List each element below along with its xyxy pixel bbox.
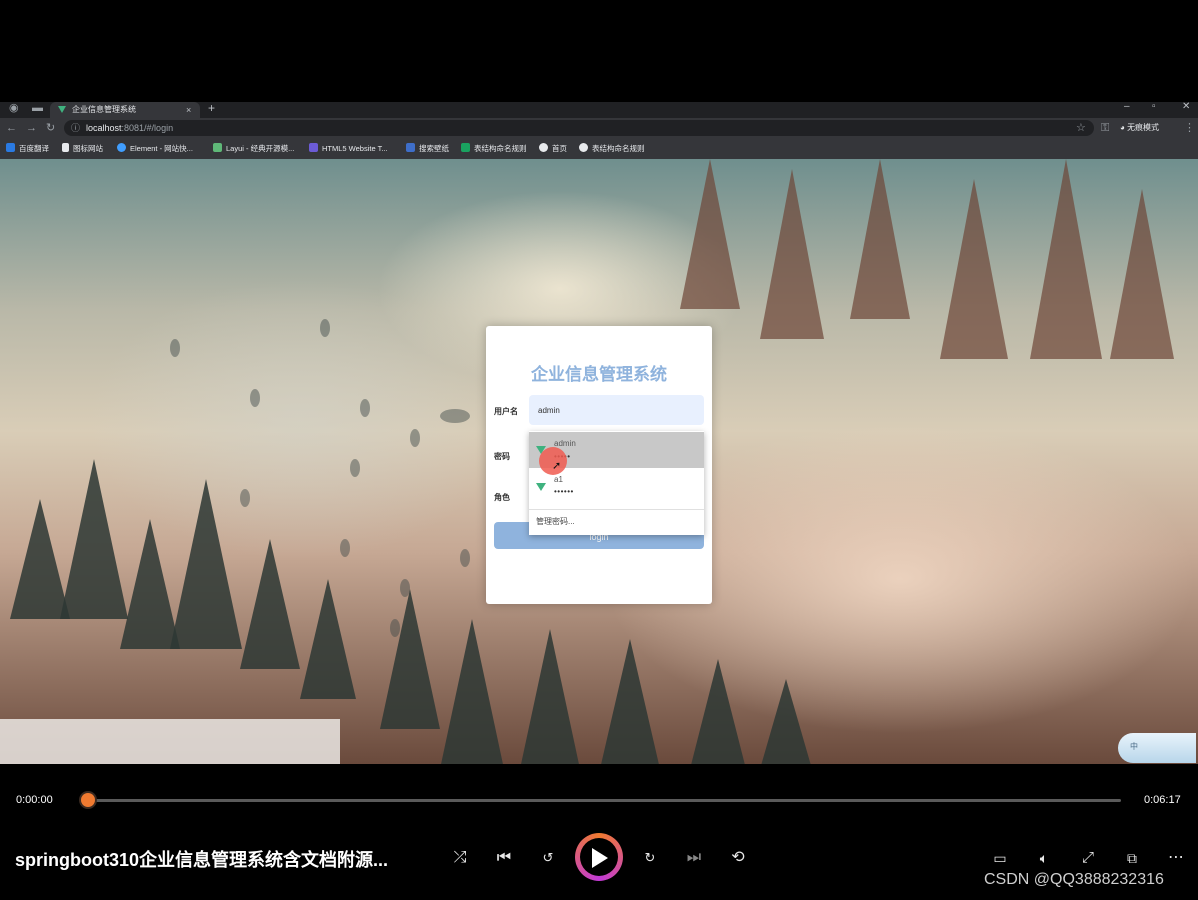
autofill-password: •••••• [554, 487, 574, 496]
incognito-icon: ◕ [1120, 123, 1128, 132]
rewind-10-icon[interactable]: ↺ [535, 846, 561, 870]
more-icon[interactable]: ⋯ [1163, 846, 1189, 870]
role-label: 角色 [494, 493, 510, 502]
mouse-cursor-icon: ➚ [552, 460, 562, 472]
previous-icon[interactable]: ⏮ [491, 846, 517, 870]
info-icon[interactable]: ⓘ [71, 120, 80, 136]
repeat-icon[interactable]: ⟲ [725, 846, 751, 870]
minimize-icon[interactable]: – [1124, 100, 1130, 114]
ime-label: 中 [1130, 742, 1138, 751]
bookmark-item[interactable]: 百度翻译 [6, 141, 49, 157]
watermark: CSDN @QQ3888232316 [984, 871, 1164, 888]
next-icon[interactable]: ⏭ [681, 846, 707, 870]
autofill-username: admin [554, 439, 576, 448]
video-title: springboot310企业信息管理系统含文档附源... [15, 850, 389, 870]
bookmark-item[interactable]: Layui - 经典开源模... [213, 141, 294, 157]
vue-favicon-icon [58, 106, 66, 113]
forward-30-icon[interactable]: ↻ [637, 846, 663, 870]
username-input[interactable] [529, 395, 704, 425]
login-title: 企业信息管理系统 [531, 365, 667, 384]
vue-logo-icon [536, 483, 546, 491]
bookmark-item[interactable]: Element - 网站快... [117, 141, 193, 157]
key-icon[interactable]: ⚿ [1101, 120, 1109, 136]
address-bar[interactable]: localhost:8081/#/login [64, 120, 1094, 136]
bookmark-item[interactable]: 表结构命名规则 [579, 141, 645, 157]
bookmark-item[interactable]: 搜索壁纸 [406, 141, 449, 157]
incognito-indicator[interactable]: ◕ 无痕模式 [1120, 120, 1159, 136]
divider [529, 509, 704, 510]
current-time: 0:00:00 [16, 794, 53, 806]
autofill-username: a1 [554, 475, 563, 484]
fullscreen-icon[interactable]: ⤢ [1075, 846, 1101, 870]
bookmark-star-icon[interactable]: ☆ [1076, 120, 1086, 136]
url-host: localhost [86, 123, 122, 133]
password-label: 密码 [494, 452, 510, 461]
progress-bar[interactable] [88, 799, 1121, 802]
tab-title: 企业信息管理系统 [72, 105, 136, 114]
bookmark-item[interactable]: 首页 [539, 141, 567, 157]
bookmark-item[interactable]: HTML5 Website T... [309, 141, 388, 157]
total-time: 0:06:17 [1144, 794, 1181, 806]
reload-icon[interactable]: ↻ [46, 120, 55, 136]
manage-passwords-link[interactable]: 管理密码... [536, 516, 575, 527]
tab-close-icon[interactable]: × [186, 102, 191, 118]
ime-widget[interactable]: 中 [1118, 733, 1196, 763]
back-icon[interactable]: ← [6, 120, 17, 136]
play-icon [592, 848, 608, 868]
browser-more-icon[interactable]: ⋮ [1184, 120, 1195, 136]
browser-menu-icon[interactable]: ◉ [9, 100, 19, 116]
tab-active[interactable]: 企业信息管理系统 [50, 102, 200, 118]
close-window-icon[interactable]: ✕ [1182, 100, 1190, 114]
maximize-icon[interactable]: ▫ [1152, 100, 1156, 114]
new-tab-button[interactable]: + [208, 100, 215, 116]
username-label: 用户名 [494, 407, 518, 416]
tab-list-icon[interactable]: ▬ [32, 100, 43, 116]
volume-icon[interactable]: 🔈︎ [1031, 846, 1057, 870]
url-path: :8081/#/login [121, 123, 174, 133]
incognito-label: 无痕模式 [1127, 123, 1160, 132]
progress-handle[interactable] [81, 793, 95, 807]
shuffle-icon[interactable]: ⤮ [447, 846, 473, 870]
bookmark-item[interactable]: 图标网站 [62, 141, 103, 157]
forward-icon[interactable]: → [26, 120, 37, 136]
miniplayer-icon[interactable]: ⧉ [1119, 846, 1145, 870]
subtitles-icon[interactable]: ▭ [987, 846, 1013, 870]
bookmark-item[interactable]: 表结构命名规则 [461, 141, 527, 157]
